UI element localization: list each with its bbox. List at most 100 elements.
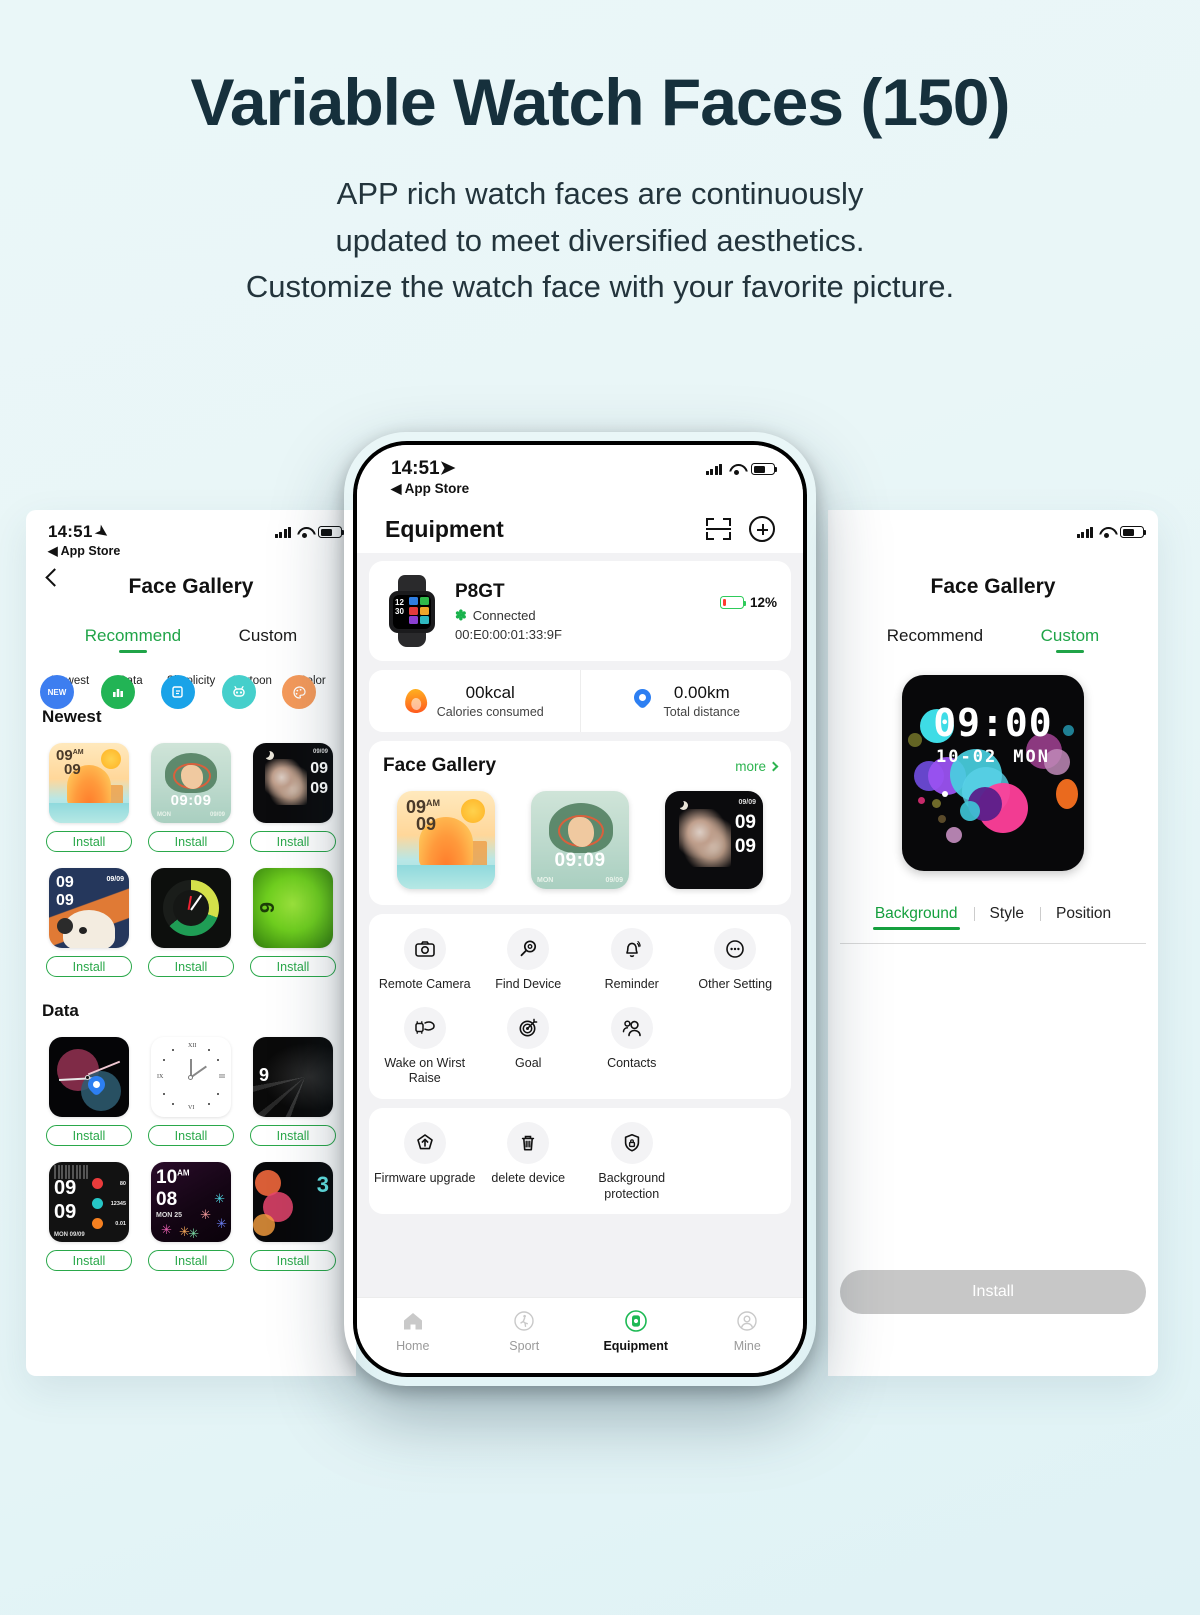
watch-face-thumbnail-night[interactable]: 09/09 09 09 <box>665 791 763 889</box>
segment-position[interactable]: Position <box>1040 905 1127 923</box>
bar-chart-icon <box>100 675 135 709</box>
stat-value: 0.00km <box>673 683 730 702</box>
face-card[interactable]: Install <box>144 860 238 977</box>
face-card[interactable]: 09:09 MON 09/09 Install <box>144 735 238 852</box>
chevron-left-icon[interactable] <box>45 568 64 587</box>
category-color[interactable]: Color <box>282 675 342 709</box>
device-card[interactable]: 12 30 P8GT ✽ Connected 00:E0:00:01:33:9F… <box>369 561 791 661</box>
tab-equipment[interactable]: Equipment <box>580 1308 692 1353</box>
location-arrow-icon: ➤ <box>92 521 113 544</box>
feature-wake-on-wrist-raise[interactable]: Wake on Wirst Raise <box>373 1006 477 1087</box>
customize-segment-row: Background Style Position <box>828 905 1158 930</box>
right-page-title: Face Gallery <box>930 575 1056 598</box>
face-card[interactable]: 9 Install <box>246 860 340 977</box>
face-card[interactable]: 09AM 09 Install <box>42 735 136 852</box>
segment-background[interactable]: Background <box>859 905 974 930</box>
cellular-signal-icon <box>274 526 291 538</box>
tab-home[interactable]: Home <box>357 1308 469 1353</box>
watch-face-thumbnail-lime: 9 <box>253 868 333 948</box>
gallery-title: Face Gallery <box>383 755 497 776</box>
feature-goal[interactable]: Goal <box>477 1006 581 1087</box>
face-card[interactable]: 09 09 MON 09/09 80 12345 0.01 Install <box>42 1154 136 1271</box>
plus-circle-icon[interactable] <box>749 516 775 542</box>
wrist-raise-icon <box>403 1006 446 1049</box>
device-name: P8GT <box>455 580 505 602</box>
stat-calories[interactable]: 00kcal Calories consumed <box>369 670 580 732</box>
category-cartoon[interactable]: Cartoon <box>221 675 282 709</box>
location-arrow-icon: ➤ <box>439 458 456 479</box>
install-button-wide[interactable]: Install <box>840 1270 1146 1314</box>
feature-background-protection[interactable]: Background protection <box>580 1121 684 1202</box>
feature-find-device[interactable]: Find Device <box>477 928 581 993</box>
tab-recommend[interactable]: Recommend <box>85 626 181 653</box>
face-card[interactable]: 3 Install <box>246 1154 340 1271</box>
category-newest[interactable]: NEW Newest <box>40 675 100 709</box>
camera-icon <box>403 928 446 970</box>
sun-icon <box>101 749 121 769</box>
category-simplicity[interactable]: Simplicity <box>161 675 221 709</box>
install-button[interactable]: Install <box>46 831 132 852</box>
feature-label: Firmware upgrade <box>374 1170 476 1185</box>
center-phone-device: 14:51➤ ◀ App Store Equipment 12 30 P8GT … <box>344 432 816 1386</box>
face-card[interactable]: XII III VI IX Install <box>144 1029 238 1146</box>
install-button[interactable]: Install <box>148 1125 234 1146</box>
cellular-signal-icon <box>705 463 722 475</box>
back-to-app-store[interactable]: ◀ App Store <box>391 481 781 497</box>
left-page-title: Face Gallery <box>128 575 254 598</box>
category-data[interactable]: Data <box>100 675 161 709</box>
face-card[interactable]: 09/09 09 09 Install <box>246 735 340 852</box>
device-connection: ✽ Connected <box>455 606 536 623</box>
install-button[interactable]: Install <box>148 956 234 977</box>
install-button[interactable]: Install <box>46 1125 132 1146</box>
back-to-app-store[interactable]: ◀ App Store <box>48 543 340 558</box>
battery-icon <box>719 596 747 609</box>
center-page-title: Equipment <box>385 515 504 542</box>
feature-delete-device[interactable]: delete device <box>477 1121 581 1202</box>
gallery-more-link[interactable]: more <box>735 759 779 774</box>
divider <box>840 943 1146 944</box>
install-button[interactable]: Install <box>148 831 234 852</box>
feature-other-setting[interactable]: Other Setting <box>684 928 788 993</box>
tab-sport[interactable]: Sport <box>469 1308 581 1353</box>
watch-face-thumbnail-dashboard: 09 09 MON 09/09 80 12345 0.01 <box>49 1162 129 1242</box>
watch-face-thumbnail-deer[interactable]: 09:09 MON 09/09 <box>531 791 629 889</box>
install-button[interactable]: Install <box>148 1250 234 1271</box>
feature-remote-camera[interactable]: Remote Camera <box>373 928 477 993</box>
install-button[interactable]: Install <box>46 956 132 977</box>
feature-label: Find Device <box>495 977 562 991</box>
face-card[interactable]: Install <box>42 1029 136 1146</box>
tab-mine[interactable]: Mine <box>692 1308 804 1353</box>
feature-firmware-upgrade[interactable]: Firmware upgrade <box>373 1121 477 1202</box>
install-button[interactable]: Install <box>250 831 336 852</box>
watch-face-thumbnail-sunrise[interactable]: 09AM 09 <box>397 791 495 889</box>
custom-face-preview[interactable]: 09:00 10-02 MON <box>902 675 1084 871</box>
face-card[interactable]: 10AM 08 MON 25 ✳ ✳ ✳ ✳ ✳ ✳ Install <box>144 1154 238 1271</box>
scan-code-icon[interactable] <box>706 518 731 540</box>
install-button[interactable]: Install <box>250 956 336 977</box>
maintenance-grid: Firmware upgrade delete device Backgroun… <box>369 1108 791 1214</box>
face-card[interactable]: 9 Install <box>246 1029 340 1146</box>
status-indicators <box>705 463 778 475</box>
right-tab-row: Recommend Custom <box>828 612 1158 659</box>
center-phone-screen: 14:51➤ ◀ App Store Equipment 12 30 P8GT … <box>357 445 803 1373</box>
tab-custom[interactable]: Custom <box>239 626 298 653</box>
category-row: NEW Newest Data Simplicity Cartoon <box>26 659 356 709</box>
device-info: P8GT ✽ Connected 00:E0:00:01:33:9F <box>455 581 562 642</box>
feature-contacts[interactable]: Contacts <box>580 1006 684 1087</box>
cellular-signal-icon <box>1076 526 1093 538</box>
tab-label: Sport <box>509 1339 540 1353</box>
device-mac-address: 00:E0:00:01:33:9F <box>455 626 562 642</box>
feature-reminder[interactable]: Reminder <box>580 928 684 993</box>
segment-style[interactable]: Style <box>973 905 1040 923</box>
face-card[interactable]: 09 09 09/09 Install <box>42 860 136 977</box>
install-button[interactable]: Install <box>250 1250 336 1271</box>
tab-recommend[interactable]: Recommend <box>887 626 983 653</box>
moon-icon <box>261 749 270 758</box>
tab-custom[interactable]: Custom <box>1041 626 1100 653</box>
install-button[interactable]: Install <box>250 1125 336 1146</box>
gallery-thumbnails: 09AM 09 09:09 MON 09/09 09/09 09 09 <box>369 779 791 905</box>
center-scroll-body[interactable]: 12 30 P8GT ✽ Connected 00:E0:00:01:33:9F… <box>357 553 803 1297</box>
stat-distance[interactable]: 0.00km Total distance <box>579 670 792 732</box>
install-button[interactable]: Install <box>46 1250 132 1271</box>
watch-face-thumbnail-beam: 9 <box>253 1037 333 1117</box>
